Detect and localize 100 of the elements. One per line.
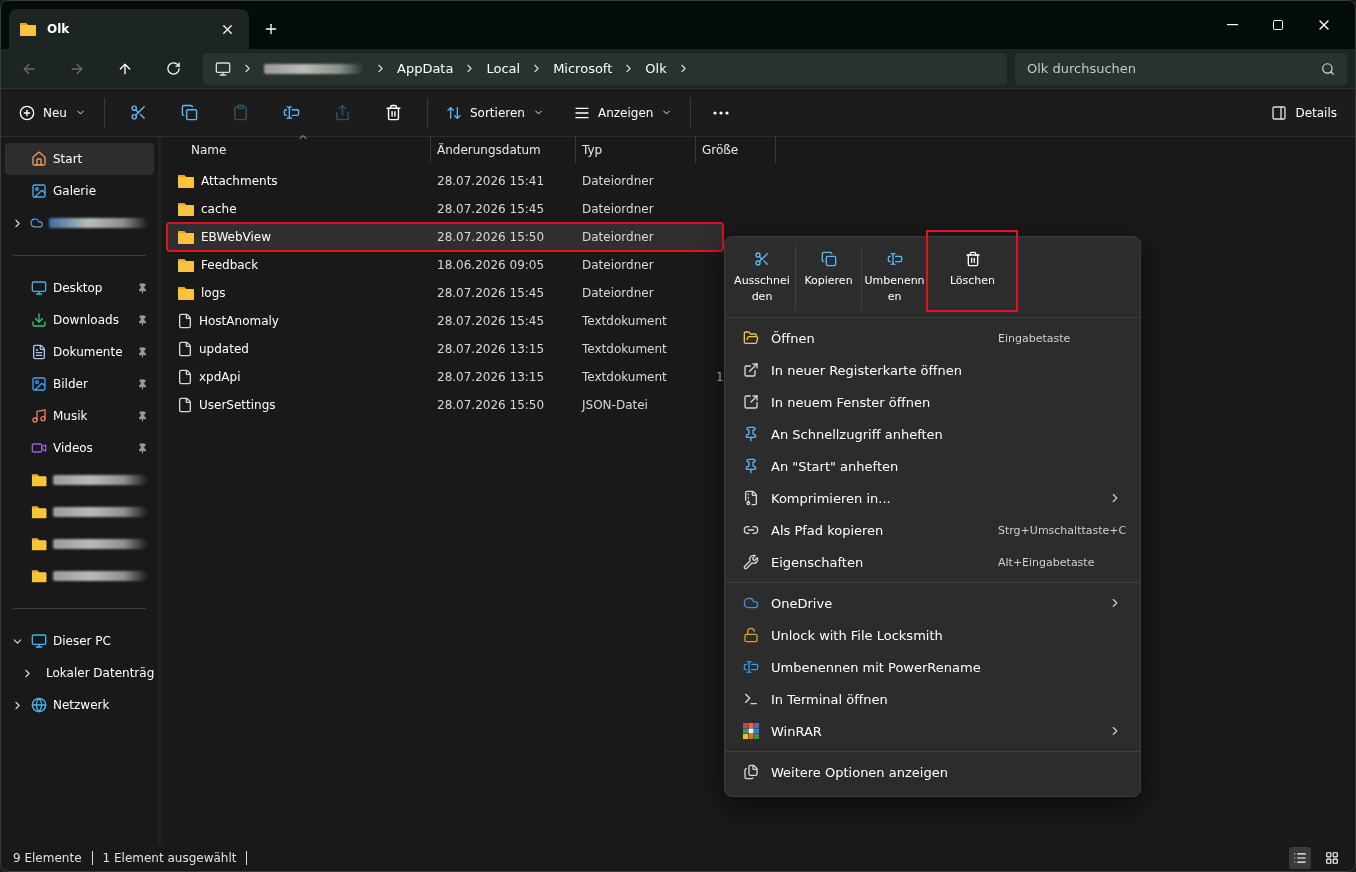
folder-icon bbox=[177, 285, 195, 301]
desktop-icon bbox=[31, 280, 47, 296]
menu-item[interactable]: Komprimieren in... bbox=[729, 482, 1136, 514]
computer-icon bbox=[31, 633, 47, 649]
column-header[interactable]: Größe bbox=[696, 137, 776, 163]
column-header[interactable]: Änderungsdatum bbox=[431, 137, 576, 163]
new-tab-icon bbox=[743, 362, 759, 378]
file-icon bbox=[177, 341, 193, 357]
tab-title: Olk bbox=[47, 22, 71, 36]
trash-icon bbox=[964, 251, 981, 267]
tree-item[interactable]: Lokaler Datenträg bbox=[5, 657, 154, 689]
menu-item[interactable]: Weitere Optionen anzeigen bbox=[729, 756, 1136, 788]
search-field[interactable]: Olk durchsuchen bbox=[1015, 52, 1347, 85]
window-tab[interactable]: Olk bbox=[9, 9, 249, 49]
menu-item[interactable]: In neuem Fenster öffnen bbox=[729, 386, 1136, 418]
minimize-icon bbox=[1226, 24, 1238, 26]
selection-count: 1 Element ausgewählt bbox=[102, 851, 237, 865]
file-row[interactable]: cache 28.07.2026 15:45 Dateiordner bbox=[167, 195, 723, 223]
music-icon bbox=[31, 408, 47, 424]
shortcut-label: Eingabetaste bbox=[998, 331, 1072, 345]
folder-icon bbox=[31, 568, 48, 584]
column-header[interactable]: Name bbox=[167, 137, 431, 163]
sort-button[interactable]: Sortieren bbox=[437, 96, 552, 129]
table-cell-text: 28.07.2026 15:50 bbox=[436, 230, 546, 244]
file-name: Attachments bbox=[201, 174, 278, 188]
file-row[interactable]: xpdApi 28.07.2026 13:15 Textdokument 1 bbox=[167, 363, 723, 391]
tree-item[interactable]: Netzwerk bbox=[5, 689, 154, 721]
details-view-button[interactable] bbox=[1289, 847, 1311, 869]
scissors-icon bbox=[754, 251, 770, 267]
table-cell-text: 28.07.2026 13:15 bbox=[436, 342, 546, 356]
computer-icon bbox=[215, 60, 231, 77]
file-row[interactable]: logs 28.07.2026 15:45 Dateiordner bbox=[167, 279, 723, 307]
home-icon bbox=[31, 151, 47, 167]
breadcrumb-item[interactable]: Microsoft bbox=[553, 61, 613, 76]
breadcrumb-item[interactable]: AppData bbox=[397, 61, 454, 76]
file-name: logs bbox=[201, 286, 226, 300]
new-button[interactable]: Neu bbox=[11, 96, 94, 129]
grid-icon bbox=[1325, 851, 1339, 865]
table-cell-text: Dateiordner bbox=[581, 174, 655, 188]
menu-item[interactable]: Als Pfad kopieren Strg+Umschalttaste+C bbox=[729, 514, 1136, 546]
rename-button[interactable]: Umbenennen bbox=[861, 245, 927, 311]
folder-icon bbox=[177, 257, 195, 273]
search-icon bbox=[1321, 61, 1335, 76]
breadcrumb-item[interactable]: Olk bbox=[645, 61, 667, 76]
item-count: 9 Elemente bbox=[13, 851, 82, 865]
column-header[interactable]: Typ bbox=[576, 137, 696, 163]
menu-item[interactable]: Unlock with File Locksmith bbox=[729, 619, 1136, 651]
cut-button[interactable]: Ausschneiden bbox=[729, 245, 795, 311]
sidebar-item[interactable]: Start bbox=[5, 143, 154, 175]
wrench-icon bbox=[743, 554, 759, 570]
sidebar-item[interactable]: Galerie bbox=[5, 175, 154, 207]
menu-item[interactable]: In neuer Registerkarte öffnen bbox=[729, 354, 1136, 386]
menu-item[interactable]: Öffnen Eingabetaste bbox=[729, 322, 1136, 354]
breadcrumb-item[interactable]: Local bbox=[486, 61, 521, 76]
file-row[interactable]: updated 28.07.2026 13:15 Textdokument bbox=[167, 335, 723, 363]
more-icon bbox=[713, 110, 730, 115]
sidebar-item[interactable]: Musik bbox=[5, 400, 154, 432]
sidebar-item[interactable]: Dokumente bbox=[5, 336, 154, 368]
menu-item[interactable]: Eigenschaften Alt+Eingabetaste bbox=[729, 546, 1136, 578]
network-icon bbox=[31, 697, 47, 713]
tree-item[interactable]: Dieser PC bbox=[5, 625, 154, 657]
file-row[interactable]: UserSettings 28.07.2026 15:50 JSON-Datei bbox=[167, 391, 723, 419]
table-cell-text: 28.07.2026 15:45 bbox=[436, 314, 546, 328]
table-cell-text: 28.07.2026 15:50 bbox=[436, 398, 546, 412]
table-cell-text: 18.06.2026 09:05 bbox=[436, 258, 546, 272]
menu-item[interactable]: An Schnellzugriff anheften bbox=[729, 418, 1136, 450]
picture-icon bbox=[31, 376, 47, 392]
options-icon bbox=[743, 764, 759, 780]
clipboard-icon bbox=[231, 104, 249, 121]
table-cell-text: 1 bbox=[715, 370, 723, 384]
menu-item[interactable]: An "Start" anheften bbox=[729, 450, 1136, 482]
sidebar-item[interactable]: Downloads bbox=[5, 304, 154, 336]
file-row[interactable]: Attachments 28.07.2026 15:41 Dateiordner bbox=[167, 167, 723, 195]
file-icon bbox=[177, 313, 193, 329]
document-icon bbox=[31, 344, 47, 360]
shortcut-label: Alt+Eingabetaste bbox=[998, 555, 1096, 569]
menu-item[interactable]: WinRAR bbox=[729, 715, 1136, 747]
table-cell-text: 28.07.2026 13:15 bbox=[436, 370, 546, 384]
file-row[interactable]: Feedback 18.06.2026 09:05 Dateiordner bbox=[167, 251, 723, 279]
sidebar-item[interactable]: Desktop bbox=[5, 272, 154, 304]
padlock-icon bbox=[743, 627, 759, 643]
folder-icon bbox=[19, 21, 37, 37]
details-button[interactable]: Details bbox=[1263, 96, 1345, 129]
folder-icon bbox=[177, 201, 195, 217]
sidebar-item[interactable]: Bilder bbox=[5, 368, 154, 400]
file-row[interactable]: HostAnomaly 28.07.2026 15:45 Textdokument bbox=[167, 307, 723, 335]
menu-item[interactable]: Umbenennen mit PowerRename bbox=[729, 651, 1136, 683]
share-icon bbox=[333, 104, 351, 121]
file-row[interactable]: EBWebView 28.07.2026 15:50 Dateiordner bbox=[167, 223, 723, 251]
menu-item[interactable]: OneDrive bbox=[729, 587, 1136, 619]
menu-item[interactable]: In Terminal öffnen bbox=[729, 683, 1136, 715]
delete-button[interactable]: Löschen bbox=[927, 231, 1017, 311]
trash-icon bbox=[384, 104, 402, 121]
file-name: cache bbox=[201, 202, 237, 216]
address-bar[interactable]: AppData Local Microsoft Olk bbox=[203, 52, 1007, 85]
folder-icon bbox=[31, 504, 48, 520]
sort-icon bbox=[445, 104, 462, 121]
view-button[interactable]: Anzeigen bbox=[565, 96, 681, 129]
copy-button[interactable]: Kopieren bbox=[795, 245, 861, 311]
sidebar-item[interactable]: Videos bbox=[5, 432, 154, 464]
